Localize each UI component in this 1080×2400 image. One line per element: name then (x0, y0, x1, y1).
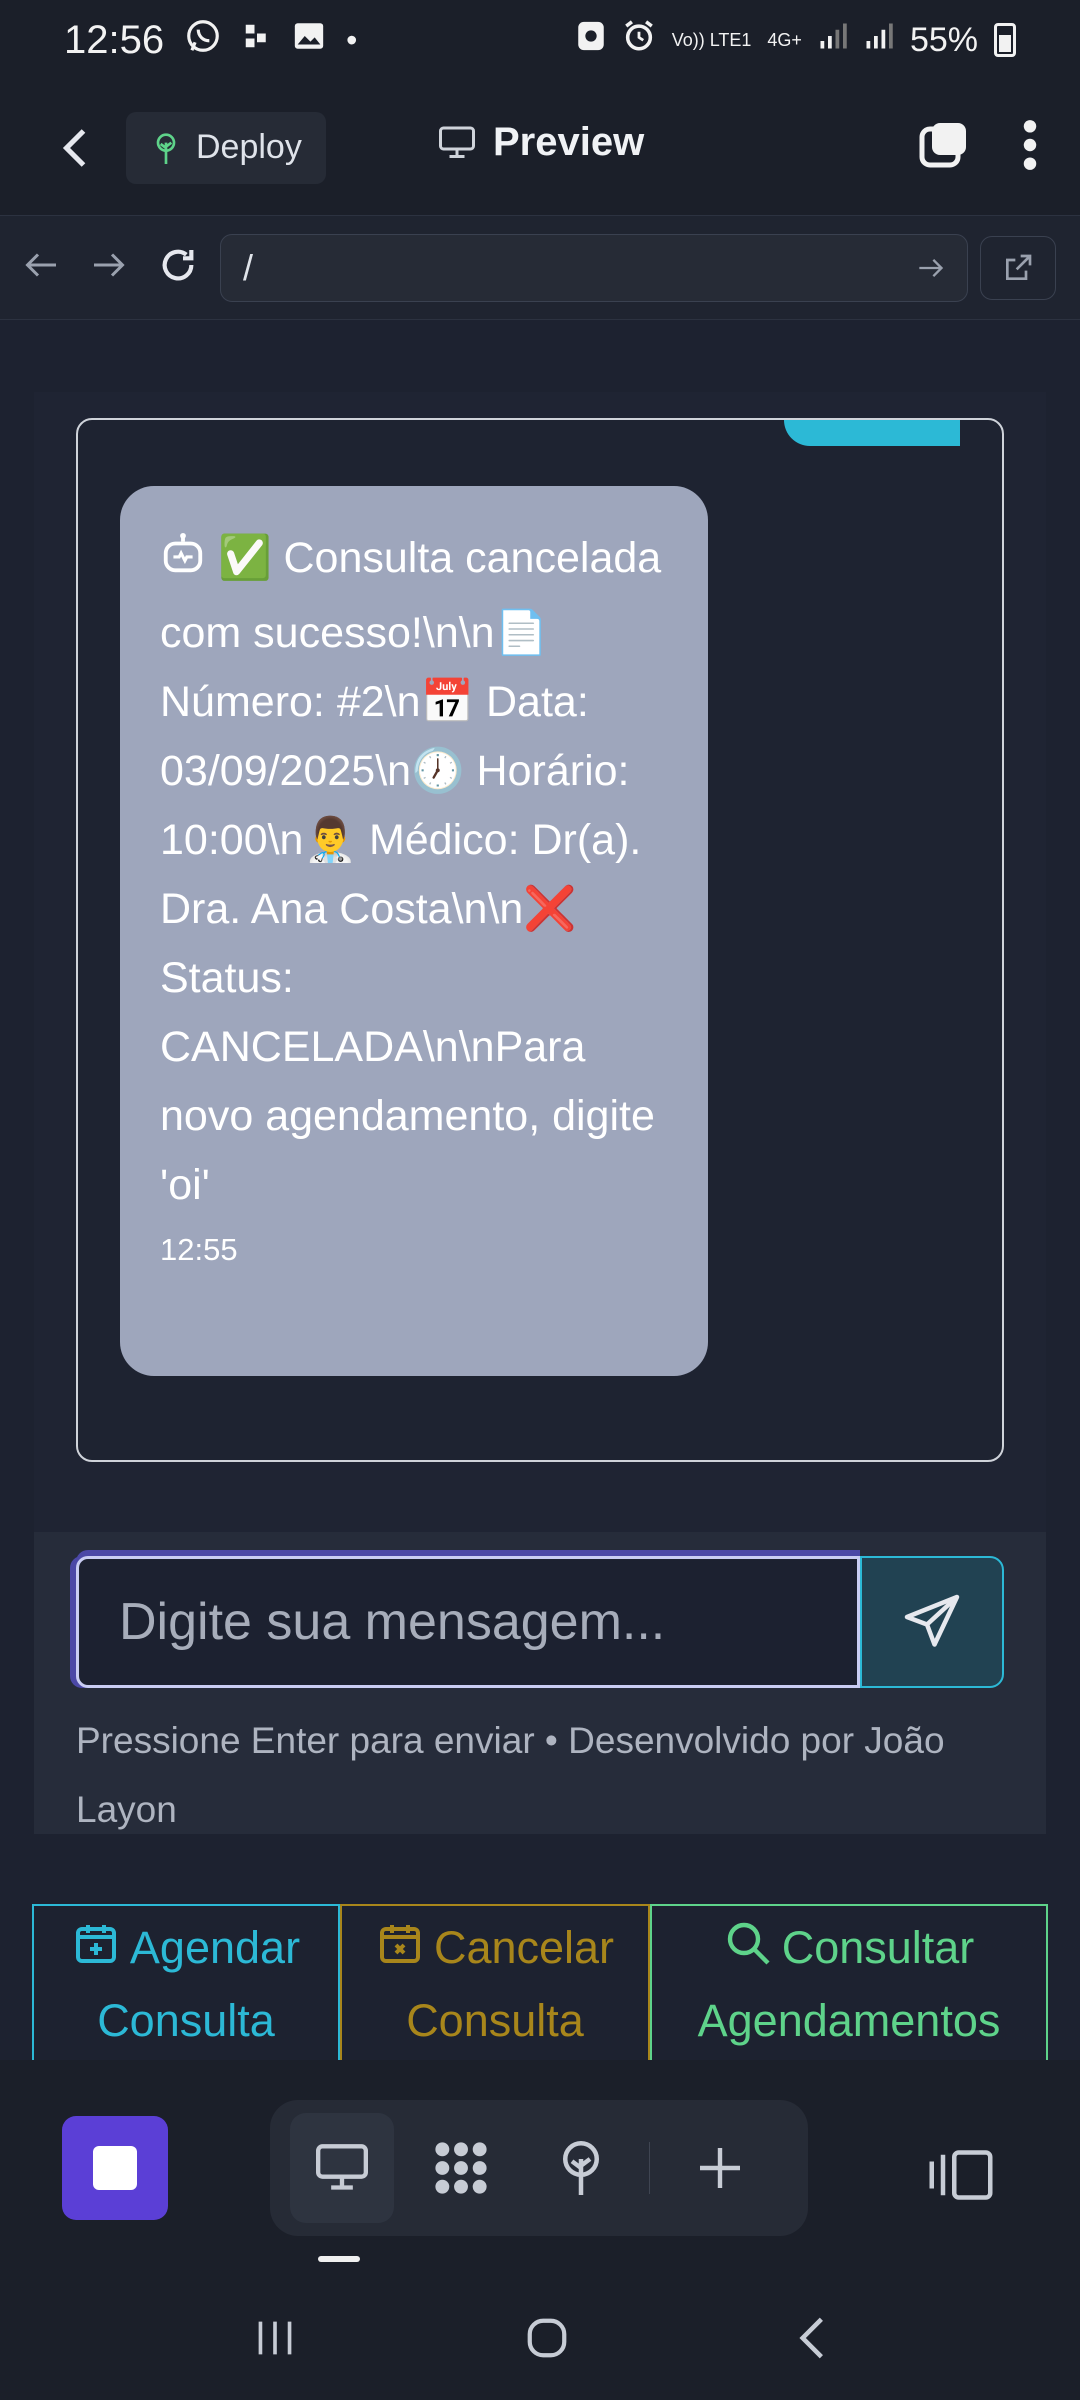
cancel-appointment-label: Cancelar Consulta (406, 1922, 615, 2046)
open-external-button[interactable] (980, 235, 1056, 300)
tab-indicator (318, 2256, 360, 2262)
message-input-placeholder: Digite sua mensagem... (119, 1593, 666, 1651)
arrow-right-small-icon (919, 258, 944, 277)
deploy-button[interactable]: Deploy (126, 111, 326, 184)
back-button[interactable] (40, 113, 110, 183)
deploy-label: Deploy (196, 128, 302, 166)
battery-icon (994, 23, 1016, 57)
url-value: / (243, 246, 254, 288)
chat-card: ✅ Consulta cancelada com sucesso!\n\n📄 N… (34, 392, 1046, 1834)
stop-icon (93, 2146, 137, 2190)
message-input[interactable]: Digite sua mensagem... (76, 1556, 860, 1688)
top-actions (918, 118, 1040, 177)
url-bar: / (0, 215, 1080, 320)
view-appointments-button[interactable]: Consultar Agendamentos (650, 1904, 1048, 2064)
send-button[interactable] (860, 1556, 1004, 1688)
schedule-appointment-content: Agendar Consulta (44, 1913, 328, 2055)
quick-actions: Agendar Consulta Cancelar Consulta Consu… (32, 1904, 1048, 2064)
deploy-tree-icon (156, 132, 176, 164)
more-options-button[interactable] (1020, 118, 1040, 177)
preview-label: Preview (493, 120, 645, 164)
more-vertical-icon (1023, 120, 1037, 170)
recycle-icon (576, 19, 606, 62)
deploy-tree-icon (562, 2141, 599, 2195)
tool-group (270, 2100, 808, 2236)
preview-content: ✅ Consulta cancelada com sucesso!\n\n📄 N… (0, 320, 1080, 2064)
status-bar: 12:56 • Vo)) LTE1 4G+ 55% (0, 0, 1080, 80)
bottom-toolbar (0, 2060, 1080, 2280)
deploy-tool-button[interactable] (529, 2113, 633, 2223)
app-grid-icon (242, 21, 272, 59)
chevron-left-icon (799, 2317, 823, 2358)
tool-separator (648, 2142, 651, 2194)
home-button[interactable] (524, 2315, 570, 2366)
whatsapp-icon (184, 17, 222, 63)
status-time: 12:56 (64, 17, 165, 62)
alarm-icon (622, 19, 656, 62)
preview-tool-button[interactable] (290, 2113, 394, 2223)
monitor-icon (315, 2144, 368, 2190)
signal-icon-2 (864, 21, 894, 60)
send-icon (904, 1594, 960, 1647)
recent-apps-button[interactable] (253, 2318, 297, 2363)
chevron-left-icon (62, 128, 86, 167)
nav-forward-button[interactable] (90, 250, 128, 285)
bot-message-text: ✅ Consulta cancelada com sucesso!\n\n📄 N… (160, 534, 674, 1209)
external-link-icon (1006, 254, 1032, 280)
network-label-2: 4G+ (767, 30, 802, 50)
url-input[interactable]: / (220, 233, 968, 302)
chat-header-tab (784, 420, 960, 446)
bot-message-bubble: ✅ Consulta cancelada com sucesso!\n\n📄 N… (120, 486, 708, 1376)
url-nav-buttons (22, 245, 198, 290)
battery-percent: 55% (909, 20, 978, 59)
message-time: 12:55 (160, 1232, 238, 1267)
go-button[interactable] (917, 247, 945, 289)
bot-message: ✅ Consulta cancelada com sucesso!\n\n📄 N… (160, 524, 668, 1220)
tabs-button[interactable] (918, 119, 970, 176)
calendar-x-icon (376, 1917, 424, 1986)
search-icon (724, 1917, 772, 1986)
preview-title: Preview (437, 120, 644, 165)
app-top-bar: Deploy Preview (0, 80, 1080, 215)
cancel-appointment-content: Cancelar Consulta (352, 1913, 638, 2055)
home-icon (527, 2318, 567, 2357)
recent-apps-icon (258, 2321, 292, 2354)
status-notification-icons: • (184, 17, 357, 63)
workspace-tool-button[interactable] (410, 2113, 514, 2223)
add-tool-button[interactable] (668, 2113, 772, 2223)
schedule-appointment-label: Agendar Consulta (97, 1922, 301, 2046)
plus-icon (700, 2148, 741, 2188)
calendar-plus-icon (72, 1917, 120, 1986)
sidebar-panel-icon (929, 2150, 993, 2200)
network-label: Vo)) LTE1 (671, 30, 752, 50)
robot-icon (160, 530, 206, 599)
panel-toggle-button[interactable] (926, 2148, 996, 2207)
status-system-icons: Vo)) LTE1 4G+ 55% (576, 19, 1016, 62)
system-back-button[interactable] (797, 2315, 827, 2366)
reload-icon (162, 249, 194, 281)
signal-icon-1 (818, 21, 848, 60)
nav-back-button[interactable] (22, 250, 60, 285)
gallery-icon (292, 19, 326, 61)
view-appointments-content: Consultar Agendamentos (662, 1913, 1036, 2055)
dot-icon: • (346, 21, 358, 58)
dots-grid-icon (435, 2142, 487, 2194)
input-hint: Pressione Enter para enviar • Desenvolvi… (76, 1720, 945, 1830)
cancel-appointment-button[interactable]: Cancelar Consulta (340, 1904, 650, 2064)
schedule-appointment-button[interactable]: Agendar Consulta (32, 1904, 340, 2064)
reload-button[interactable] (158, 245, 198, 290)
monitor-icon (439, 126, 475, 158)
system-nav-bar (0, 2280, 1080, 2400)
tabs-icon (919, 123, 966, 168)
arrow-right-icon (94, 253, 125, 277)
stop-button[interactable] (62, 2116, 168, 2220)
chat-input-area: Digite sua mensagem... Pressione Enter p… (34, 1532, 1046, 1834)
chat-messages[interactable]: ✅ Consulta cancelada com sucesso!\n\n📄 N… (76, 418, 1004, 1462)
arrow-left-icon (25, 253, 56, 277)
